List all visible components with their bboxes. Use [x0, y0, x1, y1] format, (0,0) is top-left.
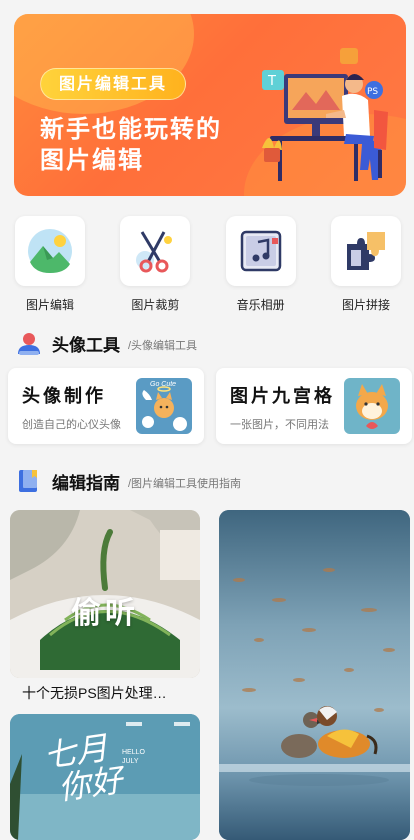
guide-card-watermelon-cat[interactable]: 偷听 — [10, 510, 200, 678]
guide-section-header: 编辑指南 /图片编辑工具使用指南 — [16, 466, 241, 496]
card-desc: 一张图片，不同用法 — [230, 419, 329, 431]
tool-label: 图片裁剪 — [131, 298, 180, 312]
landscape-photo-icon — [28, 229, 72, 273]
card-title: 头像制作 — [22, 386, 106, 406]
nine-grid-card[interactable]: 图片九宫格 一张图片，不同用法 — [216, 368, 412, 444]
scissors-icon — [136, 231, 173, 273]
svg-text:T: T — [267, 74, 276, 89]
svg-text:PS: PS — [367, 87, 378, 97]
tool-label: 音乐相册 — [236, 298, 285, 312]
guide-card-hello-july[interactable]: 七月 你好 HELLO JULY — [10, 714, 200, 840]
banner-headline: 新手也能玩转的 图片编辑 — [40, 114, 222, 176]
music-album-icon — [240, 230, 281, 272]
tool-music-album-box[interactable] — [225, 216, 296, 286]
designer-illustration: T PS — [262, 48, 388, 181]
section-subtitle: /头像编辑工具 — [128, 340, 198, 352]
shiba-dog-image — [344, 378, 400, 434]
avatar-maker-card[interactable]: 头像制作 创造自己的心仪头像 Go Cute — [8, 368, 204, 444]
tool-music-album[interactable]: 音乐相册 — [225, 216, 297, 316]
section-title: 编辑指南 — [52, 473, 120, 493]
promo-banner[interactable]: 图片编辑工具 新手也能玩转的 图片编辑 T PS — [14, 14, 406, 196]
avatar-person-icon — [18, 333, 40, 355]
guide-book-icon — [19, 470, 37, 492]
section-title: 头像工具 — [52, 335, 120, 355]
tool-image-crop-box[interactable] — [120, 216, 191, 286]
tool-image-edit[interactable]: 图片编辑 — [14, 216, 86, 316]
guide-card-mandarin-ducks[interactable] — [219, 510, 410, 840]
guide-overlay-text: 偷听 — [71, 597, 139, 630]
mandarin-ducks-photo — [219, 510, 410, 840]
banner-headline-line1: 新手也能玩转的 — [40, 116, 222, 143]
card-title: 图片九宫格 — [230, 386, 335, 406]
avatar-section-header: 头像工具 /头像编辑工具 — [16, 328, 197, 358]
tool-image-stitch[interactable]: 图片拼接 — [330, 216, 402, 316]
cute-cat-angel-image: Go Cute — [136, 378, 192, 434]
puzzle-icon — [346, 232, 385, 270]
quick-tools: 图片编辑 图片裁剪 音乐相册 图片拼接 — [14, 216, 402, 316]
tool-image-crop[interactable]: 图片裁剪 — [119, 216, 191, 316]
tool-image-edit-box[interactable] — [15, 216, 85, 286]
guide-tag: HELLO JULY — [122, 749, 145, 765]
banner-headline-line2: 图片编辑 — [40, 147, 144, 174]
guide-caption[interactable]: 十个无损PS图片处理… — [22, 683, 194, 703]
card-image-badge: Go Cute — [150, 381, 177, 388]
card-desc: 创造自己的心仪头像 — [22, 419, 121, 431]
tool-image-stitch-box[interactable] — [330, 216, 401, 286]
guide-title-line2: 你好 — [55, 760, 125, 808]
section-subtitle: /图片编辑工具使用指南 — [128, 478, 242, 490]
tool-label: 图片编辑 — [25, 298, 74, 312]
banner-pill: 图片编辑工具 — [40, 68, 187, 100]
guide-handwritten-title: 七月 你好 — [41, 729, 125, 808]
tool-label: 图片拼接 — [341, 298, 390, 312]
